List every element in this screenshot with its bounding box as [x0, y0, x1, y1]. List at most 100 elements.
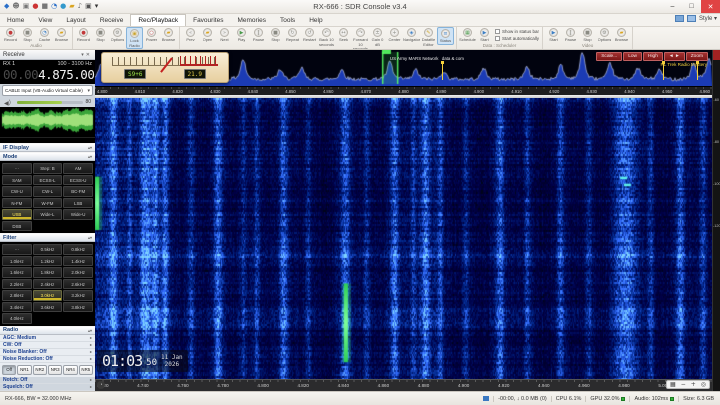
mode-button-bc-fm[interactable]: BC-FM — [63, 186, 93, 197]
zoom-in-icon[interactable]: + — [689, 381, 698, 388]
repeat-button[interactable]: ↻Repeat — [284, 27, 301, 43]
waterfall-frequency-scale[interactable]: 4.7204.7404.7604.7804.8004.8204.8404.860… — [95, 379, 712, 391]
pause-button[interactable]: ‖Pause — [562, 27, 579, 43]
cache-button[interactable]: ◔Cache — [36, 27, 53, 43]
filter-button-2-6khz[interactable]: 2.6kHz — [63, 279, 93, 290]
filter-button-3-8khz[interactable]: 3.8kHz — [63, 302, 93, 313]
mode-button-sam[interactable]: SAM — [2, 175, 32, 186]
nr-button-nr4[interactable]: NR4 — [63, 365, 77, 375]
filter-button-4-0khz[interactable]: 4.0kHz — [2, 313, 32, 324]
mode-button-[interactable]: ··· — [2, 163, 32, 174]
mode-button-ecss-u[interactable]: ECSS-U — [63, 175, 93, 186]
status-button[interactable]: ≡Status — [437, 27, 454, 45]
browse-button[interactable]: ▰Browse — [613, 27, 630, 43]
mode-button-n-fm[interactable]: N-FM — [2, 198, 32, 209]
open-button[interactable]: ▰Open — [199, 27, 216, 43]
checkbox-start-automatically[interactable]: Start automatically — [495, 36, 539, 41]
collapse-icon[interactable]: ▴▾ — [88, 145, 92, 150]
grid-icon[interactable]: ▦ — [668, 381, 678, 388]
close-button[interactable]: ✕ — [701, 0, 720, 13]
filter-button-1-4khz[interactable]: 1.4kHz — [63, 256, 93, 267]
mode-button-am[interactable]: AM — [63, 163, 93, 174]
options-button[interactable]: ⚙Options — [596, 27, 613, 43]
mode-button-ecss-l[interactable]: ECSS-L — [33, 175, 63, 186]
filter-button-1-8khz[interactable]: 1.8kHz — [33, 267, 63, 278]
menu-tab-tools[interactable]: Tools — [273, 15, 302, 26]
filter-button-[interactable]: ··· — [2, 244, 32, 255]
zoom-out-icon[interactable]: − — [679, 381, 688, 388]
audio-device-select[interactable]: CABLE Input (VB-Audio Virtual Cable)▾ — [2, 85, 93, 96]
menu-tab-receive[interactable]: Receive — [93, 15, 130, 26]
schedule-button[interactable]: ▦Schedule — [459, 27, 476, 43]
radio-row-noise-blanker-off[interactable]: Noise Blanker: Off▸ — [0, 349, 95, 356]
datafile-editor-button[interactable]: ✎Datafile Editor — [420, 27, 437, 47]
stop-button[interactable]: ■Stop — [579, 27, 596, 43]
back-10-seconds-button[interactable]: ↶Back 10 seconds — [318, 27, 335, 47]
start-button[interactable]: ▶Start — [476, 27, 493, 43]
mode-button-wide-l[interactable]: Wide-L — [33, 209, 63, 220]
pause-button[interactable]: ‖Pause — [250, 27, 267, 43]
filter-button-2-2khz[interactable]: 2.2kHz — [2, 279, 32, 290]
menu-tab-view[interactable]: View — [31, 15, 59, 26]
filter-button-3-6khz[interactable]: 3.6kHz — [33, 302, 63, 313]
stop-button[interactable]: ■Stop — [92, 27, 109, 43]
speaker-icon[interactable]: ◀） — [4, 98, 15, 107]
stop-button[interactable]: ■Stop — [19, 27, 36, 43]
minimize-button[interactable]: – — [663, 0, 682, 13]
options-button[interactable]: ⚙Options — [109, 27, 126, 43]
record-button[interactable]: ●Record — [75, 27, 92, 43]
section-filter[interactable]: Filter▴▾ — [0, 233, 95, 242]
spectrum-button-scale[interactable]: Scale... — [596, 52, 622, 61]
seek-button[interactable]: ↔Seek — [335, 27, 352, 43]
layout-one-icon[interactable] — [675, 15, 684, 22]
mode-button-w-fm[interactable]: W-FM — [33, 198, 63, 209]
spectrum-button-zoom[interactable]: Zoom — [686, 52, 708, 61]
record-button[interactable]: ●Record — [2, 27, 19, 43]
power-button[interactable]: ○Power — [143, 27, 160, 43]
checkbox-show-in-status-bar[interactable]: Show in status bar — [495, 29, 539, 34]
restart-button[interactable]: ↺Restart — [301, 27, 318, 43]
layout-two-icon[interactable] — [687, 15, 696, 22]
radio-row-notch-off[interactable]: Notch: Off▸ — [0, 377, 95, 384]
spectrum-button-low[interactable]: Low — [623, 52, 642, 61]
next-button[interactable]: »Next — [216, 27, 233, 43]
nr-button-nr3[interactable]: NR3 — [48, 365, 62, 375]
spectrum-frequency-scale[interactable]: 4.8004.8104.8204.8304.8404.8504.8604.870… — [95, 86, 712, 95]
navigator-button[interactable]: ◈Navigator — [403, 27, 420, 43]
center-button[interactable]: +Center — [386, 27, 403, 43]
browse-button[interactable]: ▰Browse — [160, 27, 177, 43]
menu-tab-memories[interactable]: Memories — [230, 15, 273, 26]
section-radio[interactable]: Radio▴▾ — [0, 326, 95, 335]
browse-button[interactable]: ▰Browse — [53, 27, 70, 43]
prev-button[interactable]: «Prev — [182, 27, 199, 43]
filter-button-3-0khz[interactable]: 3.0kHz — [33, 290, 63, 301]
waterfall[interactable]: 01:0350 11 Jan2026 — [95, 98, 712, 379]
waterfall-intensity-scale[interactable]: -60-80-100-120 — [712, 50, 720, 391]
radio-row-agc-medium[interactable]: AGC: Medium▸ — [0, 335, 95, 342]
filter-button-2-8khz[interactable]: 2.8kHz — [2, 290, 32, 301]
filter-button-3-4khz[interactable]: 3.4kHz — [2, 302, 32, 313]
menu-tab-help[interactable]: Help — [302, 15, 329, 26]
target-icon[interactable]: ◎ — [699, 381, 708, 388]
collapse-icon[interactable]: ▴▾ — [88, 328, 92, 333]
forward-10-seconds-button[interactable]: ↷Forward 10 seconds — [352, 27, 369, 50]
mode-button-usb[interactable]: USB — [2, 209, 32, 220]
nr-button-nr1[interactable]: NR1 — [17, 365, 31, 375]
start-button[interactable]: ▶Start — [545, 27, 562, 43]
mode-button-step-b[interactable]: Step: B — [33, 163, 63, 174]
filter-button-2-0khz[interactable]: 2.0kHz — [63, 267, 93, 278]
stop-button[interactable]: ■Stop — [267, 27, 284, 43]
filter-button-3-2khz[interactable]: 3.2kHz — [63, 290, 93, 301]
gain-0-db-button[interactable]: ±Gain 0 dB — [369, 27, 386, 47]
frequency-display[interactable]: 00.004.875.000 — [3, 67, 92, 82]
filter-button-0-5khz[interactable]: 0.5kHz — [33, 244, 63, 255]
maximize-button[interactable]: □ — [682, 0, 701, 13]
spectrum-button-high[interactable]: High — [643, 52, 663, 61]
style-dropdown[interactable]: Style ▾ — [699, 15, 717, 22]
menu-tab-favourites[interactable]: Favourites — [186, 15, 230, 26]
panel-header-icons[interactable]: ▾✕ — [81, 52, 92, 58]
waterfall-canvas[interactable] — [95, 98, 712, 379]
menu-tab-layout[interactable]: Layout — [59, 15, 93, 26]
spectrum-button-[interactable]: ◄ ► — [664, 52, 685, 61]
volume-slider[interactable] — [17, 101, 84, 104]
